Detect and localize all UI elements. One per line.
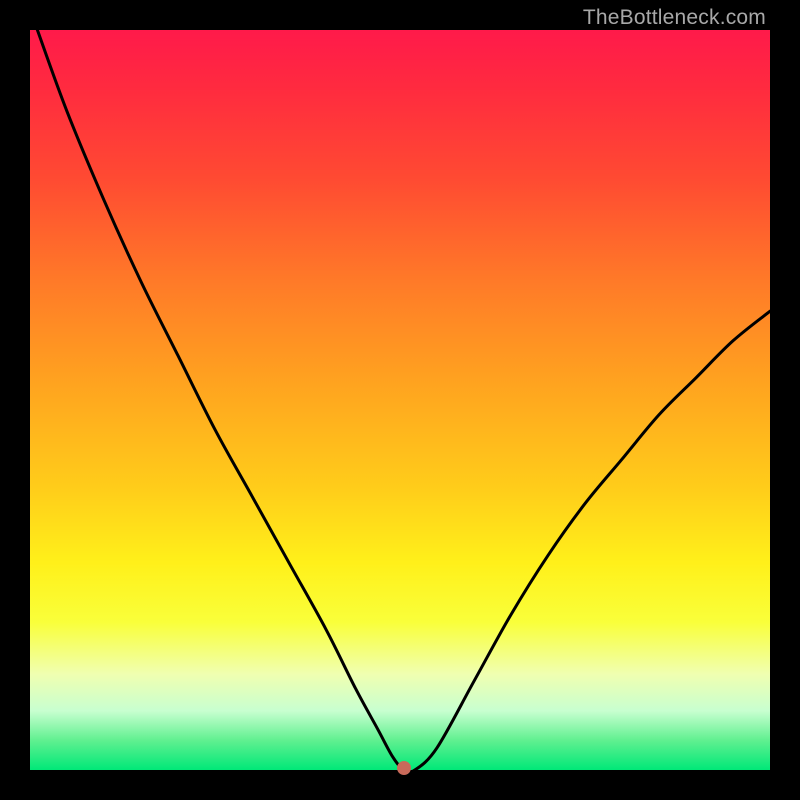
optimum-marker — [397, 761, 411, 775]
plot-area — [30, 30, 770, 770]
curve-svg — [30, 30, 770, 770]
watermark-text: TheBottleneck.com — [583, 6, 766, 30]
bottleneck-curve — [37, 30, 770, 770]
